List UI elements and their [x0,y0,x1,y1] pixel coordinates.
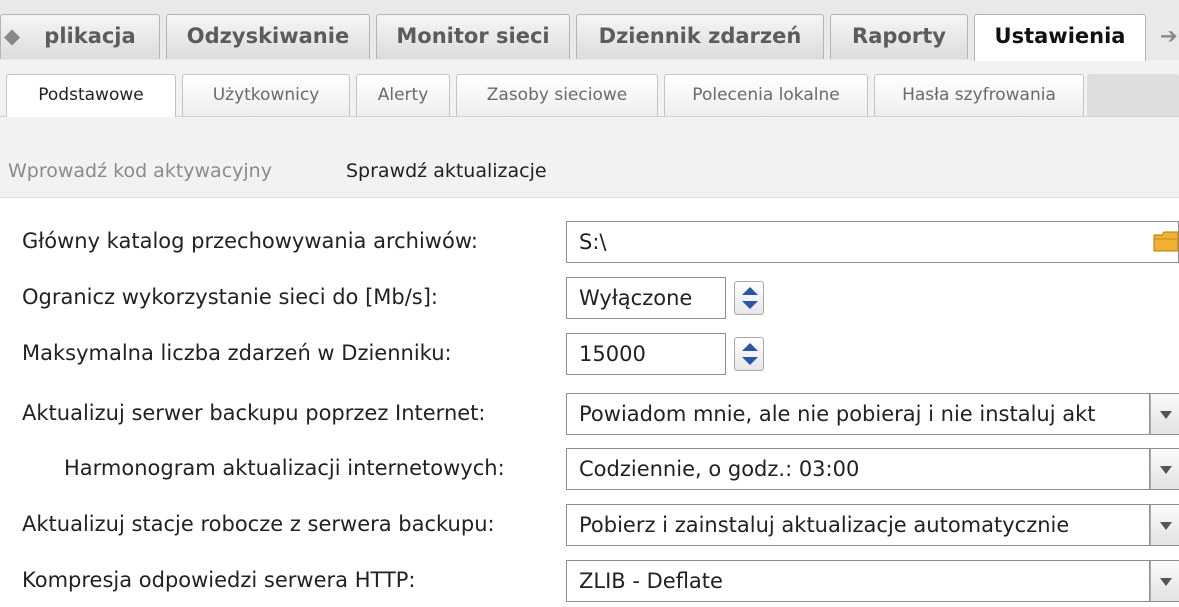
subtab-uzytkownicy[interactable]: Użytkownicy [182,74,350,116]
tab-odzyskiwanie[interactable]: Odzyskiwanie [166,14,370,59]
max-events-spinner[interactable] [734,337,764,371]
chevron-down-icon[interactable] [742,357,758,365]
chevron-down-icon[interactable] [742,301,758,309]
sub-tab-strip: Podstawowe Użytkownicy Alerty Zasoby sie… [0,60,1179,117]
chevron-down-icon [1160,411,1172,419]
max-events-input[interactable]: 15000 [566,333,726,375]
http-compression-label: Kompresja odpowiedzi serwera HTTP: [22,568,416,592]
subtab-label: Podstawowe [38,85,144,105]
check-updates-link[interactable]: Sprawdź aktualizacje [346,160,547,182]
row-update-server: Aktualizuj serwer backupu poprzez Intern… [0,391,1179,435]
scroll-right-icon[interactable]: ➔ [1160,16,1178,56]
row-update-schedule: Harmonogram aktualizacji internetowych: … [0,446,1179,490]
tab-aplikacja[interactable]: plikacja [0,14,160,59]
update-schedule-dropdown-button[interactable] [1150,448,1179,490]
subtab-alerty[interactable]: Alerty [356,74,450,116]
scroll-left-icon[interactable]: ◆ [4,16,20,56]
http-compression-select[interactable]: ZLIB - Deflate [566,560,1150,602]
subtab-filler [1087,74,1179,116]
tab-label: Monitor sieci [396,24,550,48]
row-max-events: Maksymalna liczba zdarzeń w Dzienniku: 1… [0,331,1179,375]
network-limit-label: Ogranicz wykorzystanie sieci do [Mb/s]: [22,285,439,309]
chevron-up-icon[interactable] [742,343,758,351]
main-tab-strip: ◆ plikacja Odzyskiwanie Monitor sieci Dz… [0,0,1179,61]
subtab-label: Alerty [377,85,429,105]
enter-activation-code-link[interactable]: Wprowadź kod aktywacyjny [8,160,272,182]
chevron-up-icon[interactable] [742,287,758,295]
tab-label: plikacja [44,24,136,48]
subtab-label: Hasła szyfrowania [902,85,1056,105]
archive-dir-input[interactable]: S:\ [566,221,1179,263]
update-workstations-label: Aktualizuj stacje robocze z serwera back… [22,512,495,536]
subtab-zasoby-sieciowe[interactable]: Zasoby sieciowe [456,74,658,116]
http-compression-dropdown-button[interactable] [1150,560,1179,602]
tab-label: Ustawienia [994,24,1126,48]
tab-ustawienia[interactable]: Ustawienia [974,14,1146,61]
update-server-select[interactable]: Powiadom mnie, ale nie pobieraj i nie in… [566,393,1150,435]
tab-label: Odzyskiwanie [186,24,350,48]
network-limit-spinner[interactable] [734,281,764,315]
update-server-label: Aktualizuj serwer backupu poprzez Intern… [22,401,486,425]
archive-dir-label: Główny katalog przechowywania archiwów: [22,229,478,253]
tab-label: Dziennik zdarzeń [598,24,802,48]
row-http-compression: Kompresja odpowiedzi serwera HTTP: ZLIB … [0,558,1179,602]
subtab-hasla-szyfrowania[interactable]: Hasła szyfrowania [874,74,1084,116]
chevron-down-icon [1160,466,1172,474]
subtab-label: Polecenia lokalne [692,85,840,105]
tab-raporty[interactable]: Raporty [830,14,968,59]
network-limit-input[interactable]: Wyłączone [566,277,726,319]
chevron-down-icon [1160,578,1172,586]
subtab-polecenia-lokalne[interactable]: Polecenia lokalne [664,74,868,116]
max-events-label: Maksymalna liczba zdarzeń w Dzienniku: [22,341,452,365]
folder-icon[interactable] [1153,227,1179,255]
update-workstations-select[interactable]: Pobierz i zainstaluj aktualizacje automa… [566,504,1150,546]
subtab-label: Zasoby sieciowe [486,85,628,105]
update-workstations-dropdown-button[interactable] [1150,504,1179,546]
update-server-dropdown-button[interactable] [1150,393,1179,435]
subtab-label: Użytkownicy [212,85,320,105]
action-bar: Wprowadź kod aktywacyjny Sprawdź aktuali… [0,117,1179,198]
row-archive-dir: Główny katalog przechowywania archiwów: … [0,219,1179,263]
tab-label: Raporty [852,24,946,48]
update-schedule-label: Harmonogram aktualizacji internetowych: [64,456,505,480]
chevron-down-icon [1160,522,1172,530]
row-update-workstations: Aktualizuj stacje robocze z serwera back… [0,502,1179,546]
subtab-podstawowe[interactable]: Podstawowe [6,74,176,117]
tab-dziennik-zdarzen[interactable]: Dziennik zdarzeń [576,14,824,59]
tab-monitor-sieci[interactable]: Monitor sieci [376,14,570,59]
update-schedule-select[interactable]: Codziennie, o godz.: 03:00 [566,448,1150,490]
row-network-limit: Ogranicz wykorzystanie sieci do [Mb/s]: … [0,275,1179,319]
